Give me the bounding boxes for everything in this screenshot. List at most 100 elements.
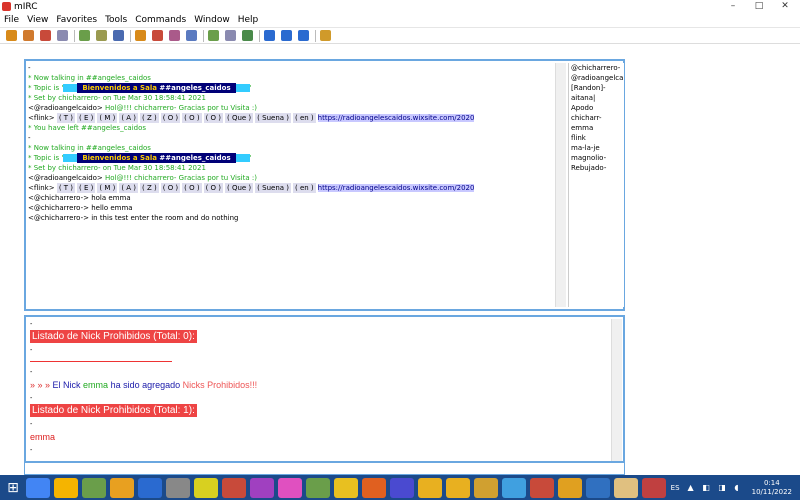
chat-line: - xyxy=(28,63,563,73)
nick-item[interactable]: ma-la-je xyxy=(571,143,624,153)
toolbar-button-icon[interactable] xyxy=(6,30,17,41)
nick-item[interactable]: magnolio- xyxy=(571,153,624,163)
status-scrollbar[interactable] xyxy=(611,319,622,461)
menu-window[interactable]: Window xyxy=(190,15,234,25)
taskbar-app-icon[interactable] xyxy=(82,477,106,498)
taskbar-app-icon[interactable] xyxy=(474,477,498,498)
chat-text: <@chicharrero-> hola emma xyxy=(28,194,131,202)
toolbar-button-icon[interactable] xyxy=(135,30,146,41)
taskbar-app-icon[interactable] xyxy=(250,477,274,498)
flink-block: ( M ) xyxy=(97,183,118,193)
toolbar-button-icon[interactable] xyxy=(152,30,163,41)
toolbar-button-icon[interactable] xyxy=(23,30,34,41)
chat-nick: <@radioangelcaido> xyxy=(28,174,106,182)
chat-line: <flink> ( T )( E )( M )( A )( Z )( O )( … xyxy=(28,183,563,193)
toolbar-button-icon[interactable] xyxy=(113,30,124,41)
message-input[interactable] xyxy=(24,463,625,475)
menu-file[interactable]: File xyxy=(0,15,23,25)
taskbar-app-icon[interactable] xyxy=(614,477,638,498)
chat-line: <@chicharrero-> hello emma xyxy=(28,203,563,213)
nick-list[interactable]: @chicharrero-@radioangelcaido[Randon]-ai… xyxy=(568,63,624,307)
taskbar-app-icon[interactable] xyxy=(166,477,190,498)
toolbar-button-icon[interactable] xyxy=(298,30,309,41)
maximize-icon[interactable]: □ xyxy=(746,0,772,13)
taskbar-app-icon[interactable] xyxy=(306,477,330,498)
taskbar-app-icon[interactable] xyxy=(642,477,666,498)
toolbar-button-icon[interactable] xyxy=(320,30,331,41)
menu-favorites[interactable]: Favorites xyxy=(52,15,101,25)
taskbar-app-icon[interactable] xyxy=(418,477,442,498)
toolbar-button-icon[interactable] xyxy=(169,30,180,41)
taskbar-app-icon[interactable] xyxy=(530,477,554,498)
clock[interactable]: 0:14 10/11/2022 xyxy=(752,479,792,497)
nick-item[interactable]: emma xyxy=(571,123,624,133)
toolbar-button-icon[interactable] xyxy=(186,30,197,41)
start-button[interactable]: ⊞ xyxy=(0,475,26,500)
toolbar-button-icon[interactable] xyxy=(57,30,68,41)
taskbar-app-icon[interactable] xyxy=(110,477,134,498)
toolbar-button-icon[interactable] xyxy=(242,30,253,41)
nick-item[interactable]: Rebujado- xyxy=(571,163,624,173)
taskbar-app-icon[interactable] xyxy=(446,477,470,498)
list-name: Nicks Prohibidos!!! xyxy=(182,380,258,390)
chat-link[interactable]: https://radioangelescaidos.wixsite.com/2… xyxy=(317,114,475,122)
toolbar-button-icon[interactable] xyxy=(264,30,275,41)
nick-item[interactable]: Apodo xyxy=(571,103,624,113)
nick-item[interactable]: [Randon]- xyxy=(571,83,624,93)
topic-prefix: * Topic is ' xyxy=(28,154,64,162)
toolbar-button-icon[interactable] xyxy=(40,30,51,41)
topic-suffix: ' xyxy=(249,154,252,162)
chat-line: * You have left ##angeles_caidos xyxy=(28,123,563,133)
taskbar-app-icon[interactable] xyxy=(502,477,526,498)
flink-block: ( Z ) xyxy=(140,183,159,193)
status-line: - xyxy=(30,445,610,456)
nick-item[interactable]: @chicharrero- xyxy=(571,63,624,73)
nick-item[interactable]: chicharr- xyxy=(571,113,624,123)
taskbar-app-icon[interactable] xyxy=(334,477,358,498)
chat-scrollbar[interactable] xyxy=(555,63,566,307)
topic-decoration xyxy=(235,84,250,92)
arrows: » » » xyxy=(30,380,53,390)
chat-text: - xyxy=(28,64,31,72)
status-text: - xyxy=(30,395,33,402)
taskbar-app-icon[interactable] xyxy=(558,477,582,498)
status-line: - xyxy=(30,367,610,378)
minimize-icon[interactable]: – xyxy=(720,0,746,13)
toolbar-button-icon[interactable] xyxy=(96,30,107,41)
window-controls: – □ ✕ xyxy=(720,0,798,13)
chat-link[interactable]: https://radioangelescaidos.wixsite.com/2… xyxy=(317,184,475,192)
toolbar-button-icon[interactable] xyxy=(208,30,219,41)
taskbar-app-icon[interactable] xyxy=(26,477,50,498)
menu-tools[interactable]: Tools xyxy=(101,15,131,25)
nick-item[interactable]: aitana| xyxy=(571,93,624,103)
nick-item[interactable]: @radioangelcaido xyxy=(571,73,624,83)
close-icon[interactable]: ✕ xyxy=(772,0,798,13)
toolbar-separator xyxy=(259,29,260,42)
banned-list-header: Listado de Nick Prohibidos (Total: 1): xyxy=(30,404,197,417)
topic-decoration xyxy=(63,154,78,162)
taskbar-app-icon[interactable] xyxy=(362,477,386,498)
flink-block: ( en ) xyxy=(293,113,316,123)
taskbar-app-icon[interactable] xyxy=(194,477,218,498)
menu-commands[interactable]: Commands xyxy=(131,15,190,25)
status-line: Listado de Nick Prohibidos (Total: 0): xyxy=(30,330,610,345)
language-indicator[interactable]: ES xyxy=(671,484,680,492)
menu-view[interactable]: View xyxy=(23,15,52,25)
taskbar-app-icon[interactable] xyxy=(586,477,610,498)
taskbar-app-icon[interactable] xyxy=(222,477,246,498)
nick-item[interactable]: flink xyxy=(571,133,624,143)
taskbar-app-icon[interactable] xyxy=(54,477,78,498)
chat-text: * Set by chicharrero- on Tue Mar 30 18:5… xyxy=(28,94,206,102)
taskbar-app-icon[interactable] xyxy=(390,477,414,498)
taskbar-app-icon[interactable] xyxy=(138,477,162,498)
toolbar-button-icon[interactable] xyxy=(225,30,236,41)
chat-line: * Set by chicharrero- on Tue Mar 30 18:5… xyxy=(28,163,563,173)
tray-icons[interactable]: ▲ ◧ ◨ ◖ xyxy=(688,483,742,492)
taskbar-app-icon[interactable] xyxy=(278,477,302,498)
chat-text: * Set by chicharrero- on Tue Mar 30 18:5… xyxy=(28,164,206,172)
toolbar-button-icon[interactable] xyxy=(79,30,90,41)
chat-line: * Topic is ' Bienvenidos a Sala ##angeles… xyxy=(28,83,563,93)
toolbar-button-icon[interactable] xyxy=(281,30,292,41)
menu-help[interactable]: Help xyxy=(234,15,263,25)
topic-prefix: * Topic is ' xyxy=(28,84,64,92)
